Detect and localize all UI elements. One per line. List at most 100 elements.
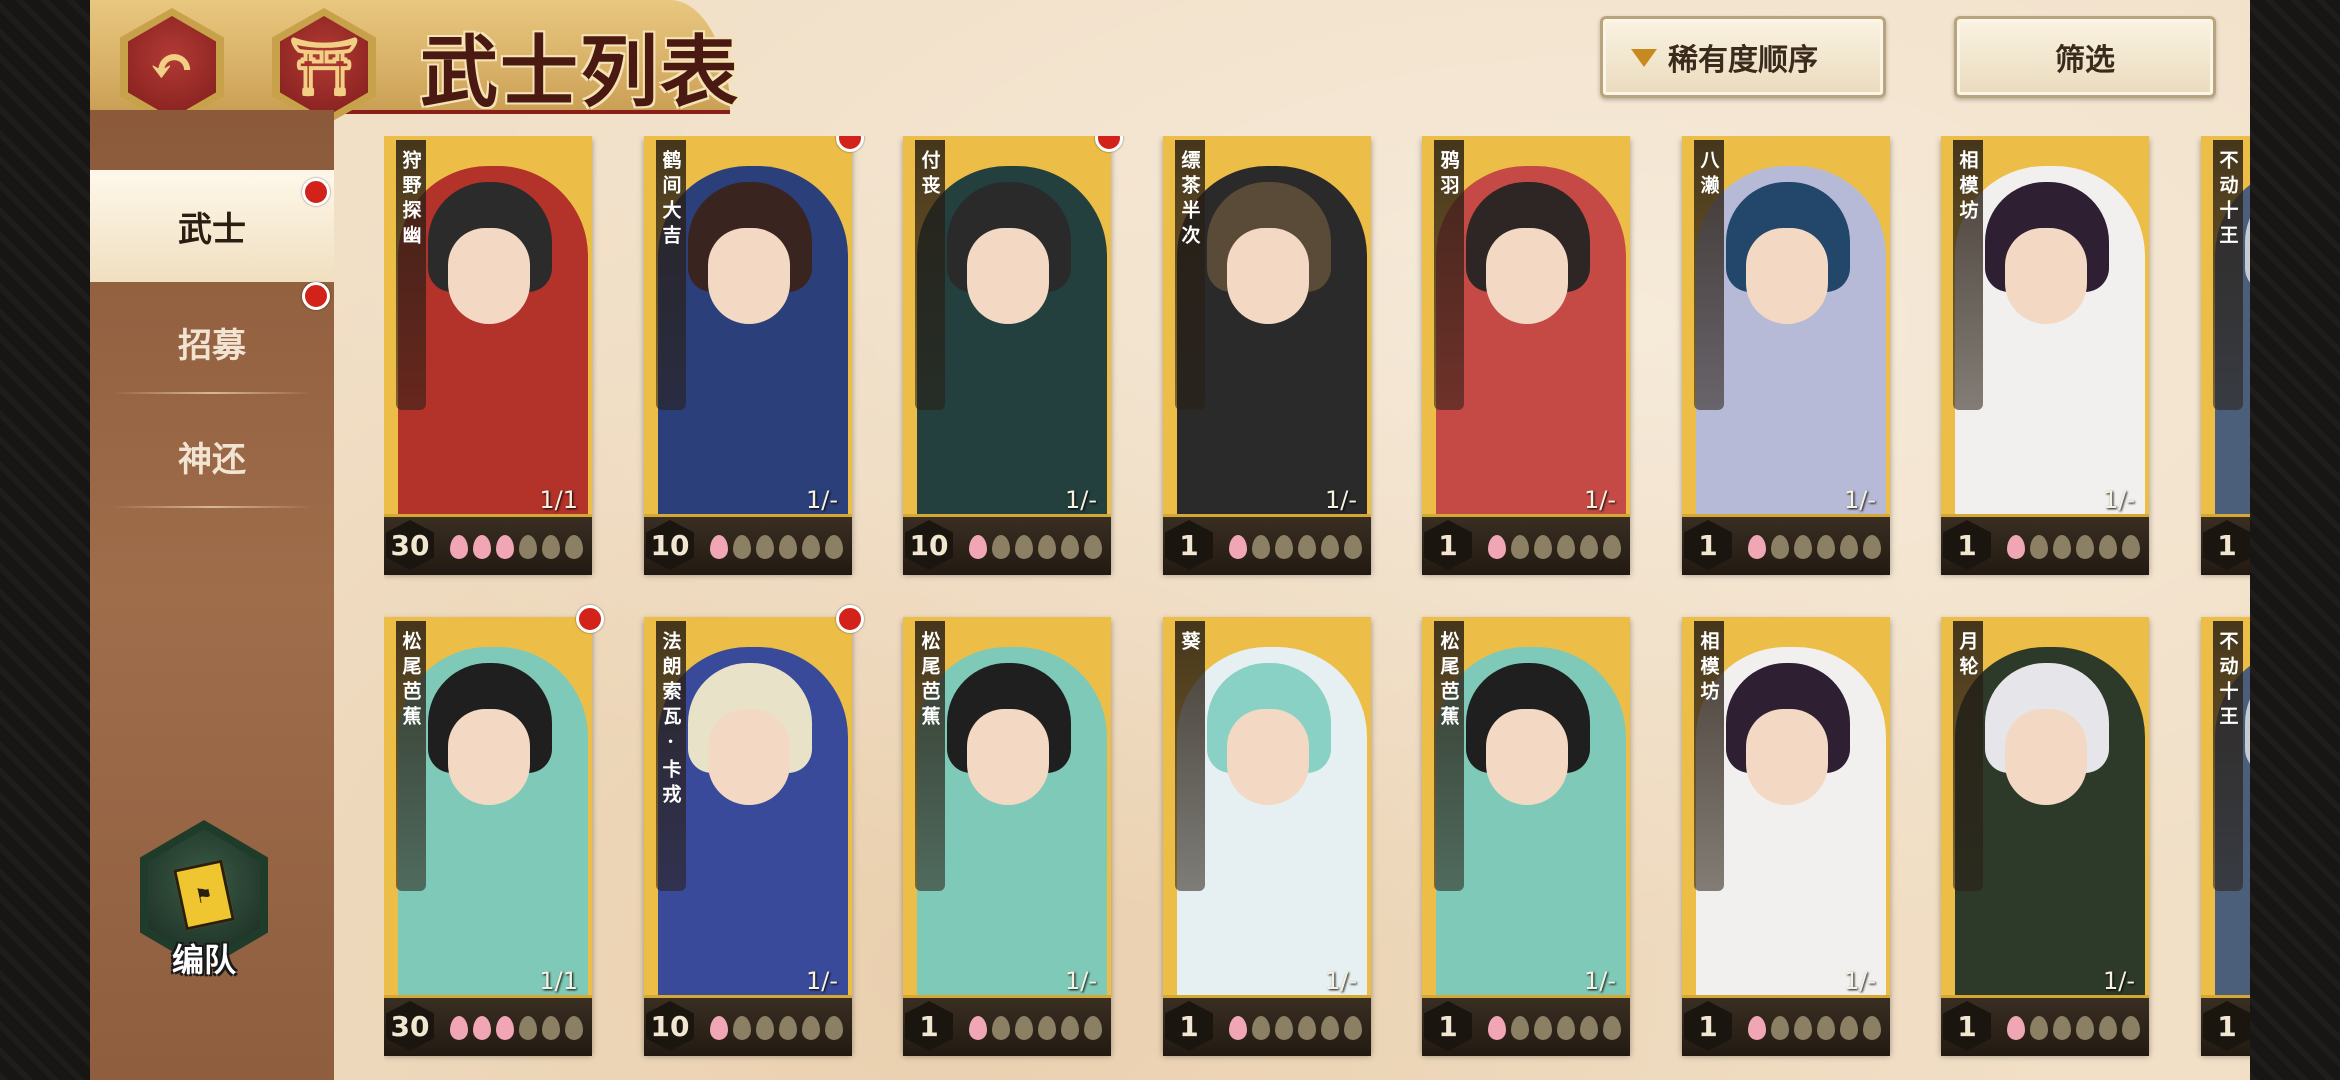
petal-icon: [2099, 535, 2117, 559]
samurai-card[interactable]: 相模坊 1/- 1: [1941, 136, 2149, 575]
samurai-card[interactable]: 不动十王 1: [2201, 136, 2250, 575]
character-face: [967, 709, 1049, 805]
samurai-card[interactable]: 不动十王 1: [2201, 617, 2250, 1056]
samurai-card[interactable]: 付丧 1/- 10: [903, 136, 1123, 575]
samurai-card[interactable]: 松尾芭蕉 1/1 30: [384, 605, 604, 1056]
card-footer: 1: [2201, 514, 2250, 575]
petal-icon: [1344, 1016, 1362, 1040]
character-portrait: 葵 1/-: [1163, 617, 1371, 995]
petal-icon: [1061, 535, 1079, 559]
level-badge: 1: [1165, 1001, 1213, 1051]
petal-icon: [1252, 1016, 1270, 1040]
rarity-petals: [969, 1016, 1102, 1040]
petal-icon: [1748, 535, 1766, 559]
petal-icon: [2053, 535, 2071, 559]
page-title: 武士列表: [420, 27, 741, 118]
level-badge: 10: [905, 520, 953, 570]
samurai-card[interactable]: 月轮 1/- 1: [1941, 617, 2149, 1056]
samurai-card[interactable]: 法朗索瓦·卡戎 1/- 10: [644, 605, 864, 1056]
samurai-list-screen: ↶ ⛩ 武士列表 稀有度顺序 筛选 武士 招募 神还 ⚑ 编队 狩野探幽 1/1 3…: [90, 0, 2250, 1080]
level-badge: 30: [386, 520, 434, 570]
petal-icon: [519, 1016, 537, 1040]
level-badge: 1: [1943, 520, 1991, 570]
character-face: [1746, 709, 1828, 805]
samurai-card[interactable]: 缥茶半次 1/- 1: [1163, 136, 1371, 575]
character-name: 不动十王: [2216, 150, 2239, 250]
petal-icon: [733, 535, 751, 559]
card-footer: 1: [1682, 514, 1890, 575]
character-portrait: 不动十王: [2201, 136, 2250, 514]
sidebar-divider: [112, 392, 312, 394]
character-portrait: 松尾芭蕉 1/-: [903, 617, 1111, 995]
tab-return[interactable]: 神还: [90, 400, 334, 512]
sort-button-label: 稀有度顺序: [1668, 43, 1818, 78]
name-strip: 不动十王: [2213, 140, 2243, 410]
rarity-petals: [450, 1016, 583, 1040]
petal-icon: [2007, 535, 2025, 559]
samurai-card[interactable]: 八濑 1/- 1: [1682, 136, 1890, 575]
petal-icon: [496, 535, 514, 559]
character-name: 松尾芭蕉: [1437, 631, 1460, 731]
notification-dot: [302, 178, 330, 206]
card-footer: 10: [644, 514, 852, 575]
tab-recruit-label: 招募: [178, 325, 246, 366]
petal-icon: [1771, 535, 1789, 559]
samurai-card-grid: 狩野探幽 1/1 30 鹤间大吉 1/- 10 付丧 1/- 10 缥茶半次 1/- 1 鸦羽 1/- 1 八…: [384, 136, 2250, 1076]
character-name: 法朗索瓦·卡戎: [659, 631, 682, 809]
samurai-card[interactable]: 鸦羽 1/- 1: [1422, 136, 1630, 575]
copy-count: 1/-: [2102, 967, 2135, 995]
petal-icon: [1863, 1016, 1881, 1040]
level-badge: 1: [905, 1001, 953, 1051]
petal-icon: [1794, 535, 1812, 559]
character-name: 葵: [1178, 631, 1201, 656]
character-name: 付丧: [918, 150, 941, 200]
character-face: [448, 709, 530, 805]
petal-icon: [1557, 1016, 1575, 1040]
petal-icon: [1229, 1016, 1247, 1040]
character-portrait: 鸦羽 1/-: [1422, 136, 1630, 514]
character-face: [1227, 228, 1309, 324]
banner-flag-icon: ⚑: [173, 859, 235, 931]
petal-icon: [1321, 535, 1339, 559]
filter-button[interactable]: 筛选: [1954, 16, 2216, 98]
character-portrait: 松尾芭蕉 1/1: [384, 617, 592, 995]
petal-icon: [733, 1016, 751, 1040]
petal-icon: [542, 1016, 560, 1040]
tab-recruit[interactable]: 招募: [90, 282, 334, 398]
samurai-card[interactable]: 狩野探幽 1/1 30: [384, 136, 592, 575]
notification-dot: [576, 605, 604, 633]
samurai-card[interactable]: 松尾芭蕉 1/- 1: [903, 617, 1111, 1056]
samurai-card[interactable]: 松尾芭蕉 1/- 1: [1422, 617, 1630, 1056]
rarity-petals: [1229, 535, 1362, 559]
sort-rarity-button[interactable]: 稀有度顺序: [1600, 16, 1886, 98]
character-name: 狩野探幽: [399, 150, 422, 250]
name-strip: 鹤间大吉: [656, 140, 686, 410]
petal-icon: [1061, 1016, 1079, 1040]
name-strip: 不动十王: [2213, 621, 2243, 891]
card-footer: 1: [2201, 995, 2250, 1056]
level-badge: 1: [1943, 1001, 1991, 1051]
petal-icon: [756, 535, 774, 559]
petal-icon: [1488, 535, 1506, 559]
character-name: 松尾芭蕉: [918, 631, 941, 731]
card-footer: 10: [644, 995, 852, 1056]
petal-icon: [1015, 1016, 1033, 1040]
petal-icon: [542, 535, 560, 559]
petal-icon: [1344, 535, 1362, 559]
petal-icon: [1817, 1016, 1835, 1040]
samurai-card[interactable]: 葵 1/- 1: [1163, 617, 1371, 1056]
petal-icon: [1817, 535, 1835, 559]
petal-icon: [969, 535, 987, 559]
petal-icon: [1534, 1016, 1552, 1040]
copy-count: 1/-: [1064, 967, 1097, 995]
name-strip: 缥茶半次: [1175, 140, 1205, 410]
character-portrait: 松尾芭蕉 1/-: [1422, 617, 1630, 995]
card-footer: 1: [1941, 514, 2149, 575]
rarity-petals: [1229, 1016, 1362, 1040]
samurai-card[interactable]: 鹤间大吉 1/- 10: [644, 136, 864, 575]
samurai-card[interactable]: 相模坊 1/- 1: [1682, 617, 1890, 1056]
tab-samurai[interactable]: 武士: [90, 170, 334, 282]
level-badge: 1: [1684, 520, 1732, 570]
character-name: 相模坊: [1697, 631, 1720, 706]
petal-icon: [2122, 1016, 2140, 1040]
